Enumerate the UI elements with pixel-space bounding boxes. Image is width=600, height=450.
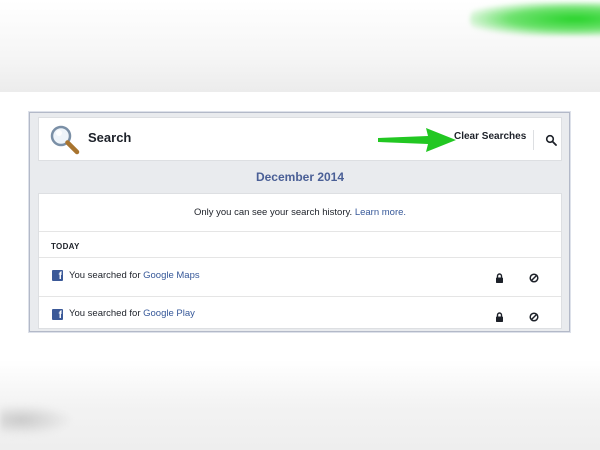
list-item: f You searched for Google Play: [39, 297, 561, 335]
search-query-link[interactable]: Google Play: [143, 308, 195, 319]
magnifier-icon: [50, 125, 80, 155]
lock-icon: [496, 273, 503, 283]
background-top: [0, 0, 600, 92]
search-entry-text: You searched for Google Play: [69, 308, 195, 319]
search-entry-text: You searched for Google Maps: [69, 270, 200, 281]
search-header: Search Clear Searches: [38, 117, 562, 161]
clear-searches-button[interactable]: Clear Searches: [454, 131, 526, 142]
search-icon[interactable]: [545, 134, 557, 146]
privacy-text: Only you can see your search history.: [193, 207, 353, 218]
lock-icon: [496, 312, 503, 322]
hide-icon[interactable]: [529, 273, 539, 283]
learn-more-link[interactable]: Learn more.: [355, 207, 406, 218]
green-arrow-icon: [378, 128, 456, 152]
green-highlight-blur: [470, 2, 600, 36]
list-item: f You searched for Google Maps: [39, 258, 561, 296]
search-history-panel: Search Clear Searches December 2014 Only…: [29, 112, 570, 332]
blurred-text-fragment: [0, 405, 70, 435]
section-heading-today: TODAY: [51, 242, 80, 251]
hide-icon[interactable]: [529, 312, 539, 322]
history-list: Only you can see your search history. Le…: [38, 193, 562, 329]
privacy-notice: Only you can see your search history. Le…: [39, 194, 561, 231]
page-title: Search: [88, 130, 132, 145]
divider: [39, 231, 561, 232]
background-bottom: [0, 360, 600, 450]
header-divider: [533, 130, 534, 150]
month-heading: December 2014: [255, 170, 345, 184]
search-query-link[interactable]: Google Maps: [143, 270, 200, 281]
facebook-icon: f: [52, 270, 63, 281]
facebook-icon: f: [52, 309, 63, 320]
